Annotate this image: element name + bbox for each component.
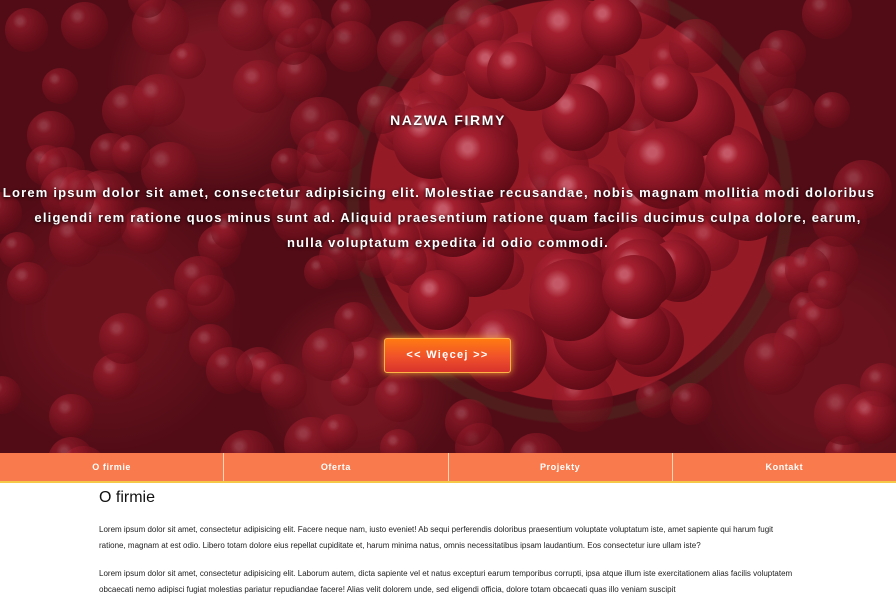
nav-item-o-firmie[interactable]: O firmie <box>0 453 225 481</box>
main-nav: O firmie Oferta Projekty Kontakt <box>0 453 896 483</box>
nav-item-projekty[interactable]: Projekty <box>449 453 673 481</box>
about-paragraph-2: Lorem ipsum dolor sit amet, consectetur … <box>99 569 793 594</box>
hero-lead-line-3: nulla voluptatum expedita id odio commod… <box>287 235 609 250</box>
nav-item-oferta[interactable]: Oferta <box>224 453 449 481</box>
hero-section: NAZWA FIRMY Lorem ipsum dolor sit amet, … <box>0 0 896 453</box>
hero-lead-text: Lorem ipsum dolor sit amet, consectetur … <box>0 180 896 255</box>
nav-item-kontakt[interactable]: Kontakt <box>673 453 896 481</box>
more-button[interactable]: << Więcej >> <box>384 338 511 373</box>
hero-lead-line-1: Lorem ipsum dolor sit amet, consectetur … <box>2 185 876 200</box>
about-paragraph-1: Lorem ipsum dolor sit amet, consectetur … <box>99 525 774 550</box>
section-title: O firmie <box>99 489 155 506</box>
hero-content: NAZWA FIRMY Lorem ipsum dolor sit amet, … <box>0 0 896 453</box>
company-name: NAZWA FIRMY <box>390 112 506 128</box>
about-section: O firmie Lorem ipsum dolor sit amet, con… <box>99 483 799 610</box>
hero-lead-line-2: eligendi rem ratione quos minus sunt ad.… <box>34 210 862 225</box>
